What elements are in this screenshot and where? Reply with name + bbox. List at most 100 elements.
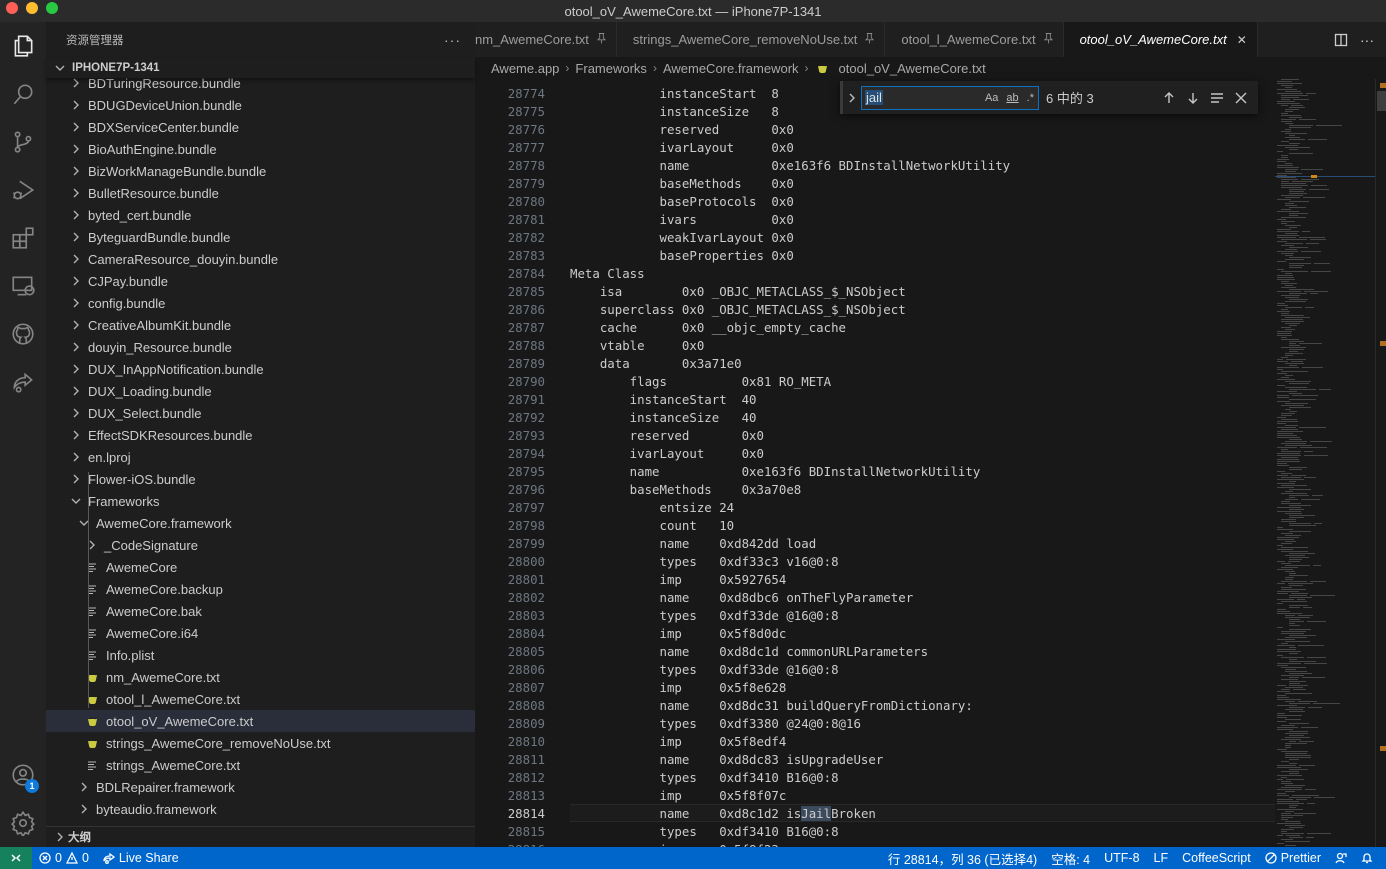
match-case-toggle[interactable]: Aa (985, 92, 998, 104)
tree-folder[interactable]: CJPay.bundle (46, 270, 475, 292)
language-mode[interactable]: CoffeeScript (1175, 851, 1258, 865)
tree-folder[interactable]: _CodeSignature (46, 534, 475, 556)
tree-folder[interactable]: BulletResource.bundle (46, 182, 475, 204)
outline-section[interactable]: 大纲 (46, 826, 475, 847)
minimap-line (1277, 665, 1288, 666)
tree-folder[interactable]: byted_cert.bundle (46, 204, 475, 226)
tree-folder[interactable]: EffectSDKResources.bundle (46, 424, 475, 446)
next-match-icon[interactable] (1186, 91, 1200, 105)
close-window-button[interactable] (6, 2, 18, 14)
tree-folder[interactable]: ByteguardBundle.bundle (46, 226, 475, 248)
tree-file[interactable]: AwemeCore.i64 (46, 622, 475, 644)
tree-folder[interactable]: BizWorkManageBundle.bundle (46, 160, 475, 182)
editor-tab[interactable]: strings_AwemeCore_removeNoUse.txt (617, 22, 886, 57)
indentation-label: 空格: 4 (1051, 852, 1091, 867)
activity-extensions[interactable] (0, 215, 46, 261)
minimap-line (1281, 601, 1307, 602)
tree-folder[interactable]: douyin_Resource.bundle (46, 336, 475, 358)
breadcrumb-item[interactable]: Aweme.app (491, 61, 559, 76)
tree-folder[interactable]: Frameworks (46, 490, 475, 512)
minimize-window-button[interactable] (26, 2, 38, 14)
activity-search[interactable] (0, 71, 46, 117)
tree-folder[interactable]: BioAuthEngine.bundle (46, 138, 475, 160)
find-in-selection-icon[interactable] (1210, 91, 1224, 105)
pin-icon[interactable] (1043, 32, 1053, 47)
editor-tab[interactable]: otool_oV_AwemeCore.txt ✕ (1063, 22, 1258, 57)
editor-tab[interactable]: otool_l_AwemeCore.txt (885, 22, 1064, 57)
problems-indicator[interactable]: 0 0 (32, 851, 96, 865)
close-tab-icon[interactable]: ✕ (1237, 33, 1247, 47)
find-input[interactable]: jail Aa ab .* (861, 85, 1039, 110)
activity-run-debug[interactable] (0, 167, 46, 213)
regex-toggle[interactable]: .* (1027, 92, 1034, 104)
minimap-line (1299, 343, 1322, 344)
remote-indicator[interactable] (0, 847, 32, 869)
cursor-position[interactable]: 行 28814，列 36 (已选择4) (881, 849, 1044, 868)
code-line: 28783 baseProperties 0x0 (475, 246, 1275, 264)
tree-file[interactable]: AwemeCore.backup (46, 578, 475, 600)
tree-file[interactable]: otool_oV_AwemeCore.txt (46, 710, 475, 732)
tree-folder[interactable]: Flower-iOS.bundle (46, 468, 475, 490)
minimap[interactable] (1275, 79, 1375, 847)
notifications-button[interactable] (1354, 852, 1380, 864)
minimap-line (1285, 375, 1293, 376)
tree-folder[interactable]: BDLRepairer.framework (46, 776, 475, 798)
encoding[interactable]: UTF-8 (1097, 851, 1146, 865)
tree-folder[interactable]: DUX_InAppNotification.bundle (46, 358, 475, 380)
indentation[interactable]: 空格: 4 (1044, 849, 1097, 868)
previous-match-icon[interactable] (1162, 91, 1176, 105)
tree-folder[interactable]: CameraResource_douyin.bundle (46, 248, 475, 270)
prettier-status[interactable]: Prettier (1258, 851, 1328, 865)
activity-github[interactable] (0, 311, 46, 357)
tree-folder[interactable]: DUX_Loading.bundle (46, 380, 475, 402)
activity-settings[interactable] (0, 800, 46, 846)
tree-folder[interactable]: BDUGDeviceUnion.bundle (46, 94, 475, 116)
tree-file[interactable]: strings_AwemeCore.txt (46, 754, 475, 776)
vertical-scrollbar[interactable] (1375, 79, 1386, 847)
tree-folder[interactable]: DUX_Select.bundle (46, 402, 475, 424)
activity-accounts[interactable]: 1 (0, 752, 46, 798)
maximize-window-button[interactable] (46, 2, 58, 14)
tree-folder[interactable]: config.bundle (46, 292, 475, 314)
activity-live-share[interactable] (0, 359, 46, 405)
pin-icon[interactable] (596, 32, 607, 47)
tree-file[interactable]: AwemeCore.bak (46, 600, 475, 622)
tree-file[interactable]: otool_l_AwemeCore.txt (46, 688, 475, 710)
tree-folder[interactable]: en.lproj (46, 446, 475, 468)
activity-explorer[interactable] (0, 23, 46, 69)
editor-tab[interactable]: nm_AwemeCore.txt (475, 22, 617, 57)
line-number: 28803 (507, 607, 545, 623)
tree-file[interactable]: nm_AwemeCore.txt (46, 666, 475, 688)
live-share-status[interactable]: Live Share (96, 851, 186, 865)
close-icon[interactable] (1234, 91, 1248, 105)
tree-folder[interactable]: byteaudio.framework (46, 798, 475, 816)
tree-folder[interactable]: AwemeCore.framework (46, 512, 475, 534)
tree-file[interactable]: Info.plist (46, 644, 475, 666)
minimap-line (1289, 707, 1305, 708)
more-icon[interactable]: ··· (1360, 32, 1374, 48)
code-editor[interactable]: 28774 instanceStart 8 28775 instanceSize … (475, 84, 1275, 847)
tree-file[interactable]: strings_AwemeCore_removeNoUse.txt (46, 732, 475, 754)
feedback-button[interactable] (1328, 852, 1354, 864)
split-editor-icon[interactable] (1334, 33, 1348, 47)
breadcrumb-item[interactable]: otool_oV_AwemeCore.txt (839, 61, 986, 76)
workspace-root[interactable]: IPHONE7P-1341 (46, 58, 475, 78)
end-of-line[interactable]: LF (1147, 851, 1176, 865)
minimap-line (1281, 195, 1303, 196)
minimap-line (1281, 813, 1291, 814)
more-actions-button[interactable]: ··· (444, 32, 461, 48)
breadcrumb-item[interactable]: Frameworks (575, 61, 647, 76)
whole-word-toggle[interactable]: ab (1006, 92, 1018, 104)
pin-icon[interactable] (865, 32, 875, 47)
tree-file[interactable]: AwemeCore (46, 556, 475, 578)
activity-source-control[interactable] (0, 119, 46, 165)
breadcrumb-item[interactable]: AwemeCore.framework (663, 61, 799, 76)
minimap-line (1289, 623, 1295, 624)
scrollbar-thumb[interactable] (1377, 91, 1386, 111)
line-number: 28796 (507, 481, 545, 497)
activity-remote-explorer[interactable] (0, 263, 46, 309)
minimap-line (1277, 241, 1287, 242)
tree-folder[interactable]: BDXServiceCenter.bundle (46, 116, 475, 138)
toggle-replace-button[interactable] (843, 93, 861, 103)
tree-folder[interactable]: CreativeAlbumKit.bundle (46, 314, 475, 336)
